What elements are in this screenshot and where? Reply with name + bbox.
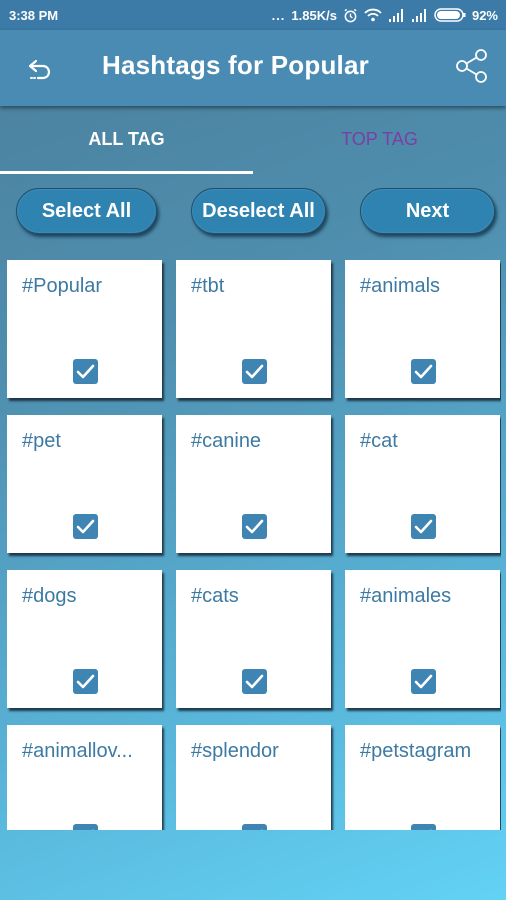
hashtag-card[interactable]: #Popular xyxy=(7,260,162,398)
signal-icon xyxy=(411,8,426,22)
hashtag-label: #Popular xyxy=(22,275,103,297)
checkmark-icon xyxy=(92,829,94,830)
hashtag-checkbox[interactable] xyxy=(242,359,267,384)
hashtag-checkbox[interactable] xyxy=(242,669,267,694)
hashtag-card[interactable]: #cat xyxy=(345,415,500,553)
hashtag-checkbox[interactable] xyxy=(242,824,267,830)
signal-icon xyxy=(388,8,403,22)
hashtag-card[interactable]: #tbt xyxy=(176,260,331,398)
status-bar: 3:38 PM ... 1.85K/s 92% xyxy=(0,0,506,30)
hashtag-card[interactable]: #dogs xyxy=(7,570,162,708)
wifi-icon xyxy=(364,8,382,22)
hashtag-checkbox[interactable] xyxy=(73,514,98,539)
hashtag-label: #cats xyxy=(191,585,239,607)
hashtag-card[interactable]: #animals xyxy=(345,260,500,398)
checkmark-icon xyxy=(245,674,264,689)
hashtag-label: #animallov... xyxy=(22,740,133,762)
share-button[interactable] xyxy=(454,48,490,84)
hashtag-card[interactable]: #pet xyxy=(7,415,162,553)
hashtag-label: #pet xyxy=(22,430,61,452)
hashtag-checkbox[interactable] xyxy=(411,669,436,694)
hashtag-card[interactable]: #cats xyxy=(176,570,331,708)
checkmark-icon xyxy=(414,519,433,534)
hashtag-label: #canine xyxy=(191,430,262,452)
undo-arrow-icon xyxy=(28,59,51,80)
hashtag-label: #petstagram xyxy=(360,740,472,762)
page-title: Hashtags for Popular xyxy=(102,50,369,80)
checkmark-icon xyxy=(414,674,433,689)
select-all-button[interactable]: Select All xyxy=(16,188,157,234)
checkmark-icon xyxy=(245,364,264,379)
checkmark-icon xyxy=(414,364,433,379)
hashtag-checkbox[interactable] xyxy=(411,359,436,384)
checkmark-icon xyxy=(76,519,95,534)
tab-bar: ALL TAG TOP TAG xyxy=(0,106,506,174)
more-notifications-icon: ... xyxy=(271,7,286,23)
tab-all-tag[interactable]: ALL TAG xyxy=(0,106,253,174)
hashtag-checkbox[interactable] xyxy=(411,824,436,830)
hashtag-card[interactable]: #animales xyxy=(345,570,500,708)
status-time: 3:38 PM xyxy=(9,7,59,23)
hashtag-card[interactable]: #animallov... xyxy=(7,725,162,830)
battery-icon xyxy=(434,8,466,22)
deselect-all-button[interactable]: Deselect All xyxy=(191,188,326,234)
hashtag-label: #splendor xyxy=(191,740,279,762)
checkmark-icon xyxy=(245,519,264,534)
app-bar: Hashtags for Popular xyxy=(0,30,506,106)
hashtag-label: #tbt xyxy=(191,275,225,297)
checkmark-icon xyxy=(76,674,95,689)
hashtag-card[interactable]: #canine xyxy=(176,415,331,553)
checkmark-icon xyxy=(261,829,263,830)
hashtag-label: #animals xyxy=(360,275,441,297)
action-buttons: Select All Deselect All Next xyxy=(0,188,506,236)
tab-indicator xyxy=(0,171,253,174)
hashtag-card[interactable]: #petstagram xyxy=(345,725,500,830)
hashtag-checkbox[interactable] xyxy=(73,669,98,694)
checkmark-icon xyxy=(76,364,95,379)
hashtag-checkbox[interactable] xyxy=(73,359,98,384)
network-speed: 1.85K/s xyxy=(291,7,337,23)
alarm-icon xyxy=(344,8,357,22)
share-icon xyxy=(456,49,487,83)
hashtag-card[interactable]: #splendor xyxy=(176,725,331,830)
hashtag-checkbox[interactable] xyxy=(73,824,98,830)
next-button[interactable]: Next xyxy=(360,188,495,234)
back-button[interactable] xyxy=(26,54,56,84)
hashtag-label: #animales xyxy=(360,585,452,607)
status-indicators: ... 1.85K/s 92% xyxy=(272,8,498,23)
checkmark-icon xyxy=(430,829,432,830)
tab-top-tag[interactable]: TOP TAG xyxy=(253,106,506,174)
hashtag-checkbox[interactable] xyxy=(411,514,436,539)
hashtag-checkbox[interactable] xyxy=(242,514,267,539)
hashtag-label: #dogs xyxy=(22,585,77,607)
hashtag-label: #cat xyxy=(360,430,398,452)
battery-percent: 92% xyxy=(471,7,498,23)
hashtag-grid[interactable]: #Popular #tbt #animals #pet #canine #cat #dogs… xyxy=(7,260,501,830)
